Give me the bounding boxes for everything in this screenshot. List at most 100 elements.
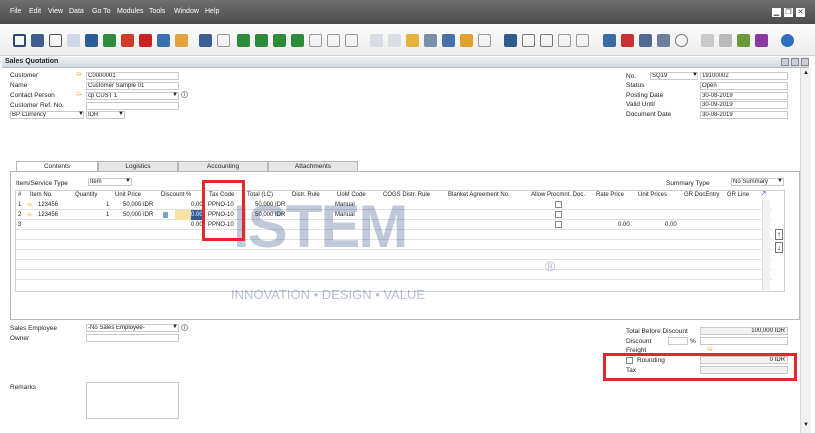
quantity-cell[interactable]: 1 bbox=[106, 200, 109, 210]
item-link-arrow-icon[interactable]: ➯ bbox=[27, 210, 32, 220]
form-restore-icon[interactable] bbox=[791, 58, 799, 66]
document-date-field[interactable]: 30-08-2019 bbox=[700, 111, 788, 119]
refresh-icon[interactable] bbox=[309, 34, 322, 47]
help-icon[interactable] bbox=[781, 34, 794, 47]
app-minimize-icon[interactable]: ▁ bbox=[772, 8, 781, 17]
rate-price-cell[interactable]: 0.00 bbox=[618, 220, 630, 230]
menu-file[interactable]: File bbox=[10, 8, 21, 15]
bp-currency-select[interactable]: BP Currency bbox=[10, 111, 84, 119]
base-document-icon[interactable] bbox=[370, 34, 383, 47]
col-header-gr-line[interactable]: GR Line bbox=[727, 190, 749, 200]
allow-procmnt-checkbox[interactable] bbox=[555, 221, 562, 228]
chevron-down-icon[interactable]: ▼ bbox=[118, 111, 124, 117]
recycle-icon[interactable] bbox=[737, 34, 750, 47]
move-up-icon[interactable]: ↑ bbox=[775, 229, 783, 240]
filter-icon[interactable] bbox=[327, 34, 340, 47]
print-icon[interactable] bbox=[31, 34, 44, 47]
chevron-down-icon[interactable]: ▼ bbox=[692, 72, 698, 78]
series-select[interactable]: SQ19 bbox=[650, 72, 698, 80]
message-icon[interactable] bbox=[558, 34, 571, 47]
unit-price-cell[interactable]: 50,000 IDR bbox=[123, 200, 153, 210]
allow-procmnt-checkbox[interactable] bbox=[555, 211, 562, 218]
col-header-rate-price[interactable]: Rate Price bbox=[596, 190, 624, 200]
remarks-field[interactable] bbox=[86, 382, 179, 419]
trans-journal-icon[interactable] bbox=[442, 34, 455, 47]
info-icon[interactable]: i bbox=[181, 324, 188, 331]
settings-icon[interactable] bbox=[478, 34, 491, 47]
menu-data[interactable]: Data bbox=[69, 8, 84, 15]
sms-icon[interactable] bbox=[67, 34, 80, 47]
col-header-quantity[interactable]: Quantity bbox=[75, 190, 97, 200]
doc-number-field[interactable]: 19100002 bbox=[700, 72, 788, 80]
form-vertical-scrollbar[interactable]: ▲ ▼ bbox=[800, 68, 811, 433]
form-close-icon[interactable] bbox=[801, 58, 809, 66]
col-header-allow-procmnt[interactable]: Allow Procmnt. Doc. bbox=[531, 190, 585, 200]
rounding-checkbox[interactable] bbox=[626, 357, 633, 364]
quantity-cell[interactable]: 1 bbox=[106, 210, 109, 220]
discount-cell[interactable]: 0.00 bbox=[191, 200, 203, 210]
contact-person-select[interactable]: cp CUST 1 bbox=[86, 92, 179, 100]
allow-procmnt-checkbox[interactable] bbox=[555, 201, 562, 208]
form-minimize-icon[interactable] bbox=[781, 58, 789, 66]
menu-goto[interactable]: Go To bbox=[92, 8, 111, 15]
col-header-item-no[interactable]: Item No. bbox=[30, 190, 53, 200]
copy-icon[interactable] bbox=[701, 34, 714, 47]
first-record-icon[interactable] bbox=[237, 34, 250, 47]
menu-modules[interactable]: Modules bbox=[117, 8, 143, 15]
calculator-icon[interactable] bbox=[639, 34, 652, 47]
tab-accounting[interactable]: Accounting bbox=[178, 161, 268, 171]
menu-tools[interactable]: Tools bbox=[149, 8, 165, 15]
approve-icon[interactable] bbox=[540, 34, 553, 47]
menu-view[interactable]: View bbox=[48, 8, 63, 15]
discount-cell[interactable]: 0.00 bbox=[191, 210, 203, 220]
col-header-blanket-agreement[interactable]: Blanket Agreement No. bbox=[448, 190, 510, 200]
owner-field[interactable] bbox=[86, 334, 179, 342]
excel-icon[interactable] bbox=[103, 34, 116, 47]
edit-icon[interactable] bbox=[504, 34, 517, 47]
grid-scrollbar[interactable] bbox=[762, 200, 770, 290]
relation-map-icon[interactable] bbox=[424, 34, 437, 47]
add-icon[interactable] bbox=[217, 34, 230, 47]
menu-window[interactable]: Window bbox=[174, 8, 199, 15]
calendar-icon[interactable] bbox=[603, 34, 616, 47]
sort-icon[interactable] bbox=[345, 34, 358, 47]
menu-help[interactable]: Help bbox=[205, 8, 219, 15]
discount-cell[interactable]: 0.00 bbox=[191, 220, 203, 230]
chart-icon[interactable] bbox=[460, 34, 473, 47]
unit-prices-cell[interactable]: 0.00 bbox=[665, 220, 677, 230]
posting-date-field[interactable]: 30-08-2019 bbox=[700, 92, 788, 100]
document-icon[interactable] bbox=[522, 34, 535, 47]
next-record-icon[interactable] bbox=[273, 34, 286, 47]
previous-record-icon[interactable] bbox=[255, 34, 268, 47]
tab-attachments[interactable]: Attachments bbox=[268, 161, 358, 171]
sales-employee-select[interactable]: -No Sales Employee- bbox=[86, 324, 179, 332]
last-record-icon[interactable] bbox=[291, 34, 304, 47]
app-restore-icon[interactable]: ❐ bbox=[784, 8, 793, 17]
item-no-cell[interactable]: 123456 bbox=[38, 200, 58, 210]
unit-price-cell[interactable]: 50,000 IDR bbox=[123, 210, 153, 220]
valid-until-field[interactable]: 30-09-2019 bbox=[700, 101, 788, 109]
freight-link-arrow-icon[interactable]: ➯ bbox=[707, 346, 714, 353]
item-link-arrow-icon[interactable]: ➯ bbox=[27, 200, 32, 210]
paste-icon[interactable] bbox=[719, 34, 732, 47]
scroll-down-icon[interactable]: ▼ bbox=[803, 422, 809, 428]
col-header-unit-price[interactable]: Unit Price bbox=[115, 190, 141, 200]
report-icon[interactable] bbox=[621, 34, 634, 47]
customer-ref-field[interactable] bbox=[86, 102, 179, 110]
contact-link-arrow-icon[interactable]: ➯ bbox=[76, 91, 83, 98]
scroll-up-icon[interactable]: ▲ bbox=[803, 70, 809, 76]
chevron-down-icon[interactable]: ▼ bbox=[78, 111, 84, 117]
lock-icon[interactable] bbox=[175, 34, 188, 47]
chevron-down-icon[interactable]: ▼ bbox=[172, 324, 178, 330]
chevron-down-icon[interactable]: ▼ bbox=[777, 178, 783, 184]
col-header-gr-docentry[interactable]: GR DocEntry bbox=[684, 190, 719, 200]
col-header-num[interactable]: # bbox=[18, 190, 21, 200]
chevron-down-icon[interactable]: ▼ bbox=[172, 92, 178, 98]
preview-icon[interactable] bbox=[13, 34, 26, 47]
find-icon[interactable] bbox=[199, 34, 212, 47]
grid-icon[interactable] bbox=[657, 34, 670, 47]
alerts-icon[interactable] bbox=[576, 34, 589, 47]
pdf2-icon[interactable] bbox=[139, 34, 152, 47]
discount-lookup-icon[interactable] bbox=[163, 212, 168, 218]
user-icon[interactable] bbox=[675, 34, 688, 47]
